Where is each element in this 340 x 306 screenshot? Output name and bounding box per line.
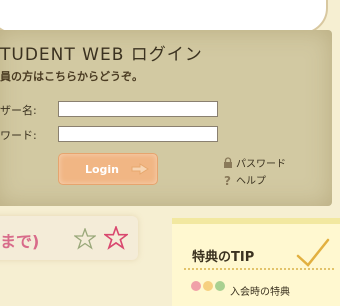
login-button-label: Login: [84, 162, 120, 176]
password-link[interactable]: パスワード: [222, 155, 286, 170]
svg-text:?: ?: [224, 174, 231, 186]
arrow-icon: [131, 163, 149, 175]
banner-text: まで): [0, 232, 40, 251]
password-label: ワード:: [0, 129, 37, 142]
login-button[interactable]: Login: [58, 153, 158, 185]
flower-icon: [191, 281, 225, 291]
login-title: TUDENT WEB ログイン: [0, 45, 203, 65]
star-icon: [74, 228, 96, 250]
username-label: ザー名:: [0, 104, 37, 117]
lock-icon: [224, 156, 232, 168]
username-input[interactable]: [58, 101, 218, 117]
star-icon: [104, 226, 128, 250]
top-speech-card: [0, 0, 328, 34]
question-icon: ?: [224, 174, 231, 186]
help-link-label: ヘルプ: [236, 176, 266, 187]
tip-divider: [184, 268, 334, 270]
password-link-label: パスワード: [236, 159, 286, 170]
password-input[interactable]: [58, 126, 218, 142]
tip-item-link[interactable]: 入会時の特典: [230, 283, 290, 298]
login-subtitle: 員の方はこちらからどうぞ。: [0, 70, 143, 83]
check-icon: [296, 238, 330, 267]
tip-title: 特典のTIP: [192, 250, 255, 265]
help-link[interactable]: ? ヘルプ: [222, 172, 266, 188]
